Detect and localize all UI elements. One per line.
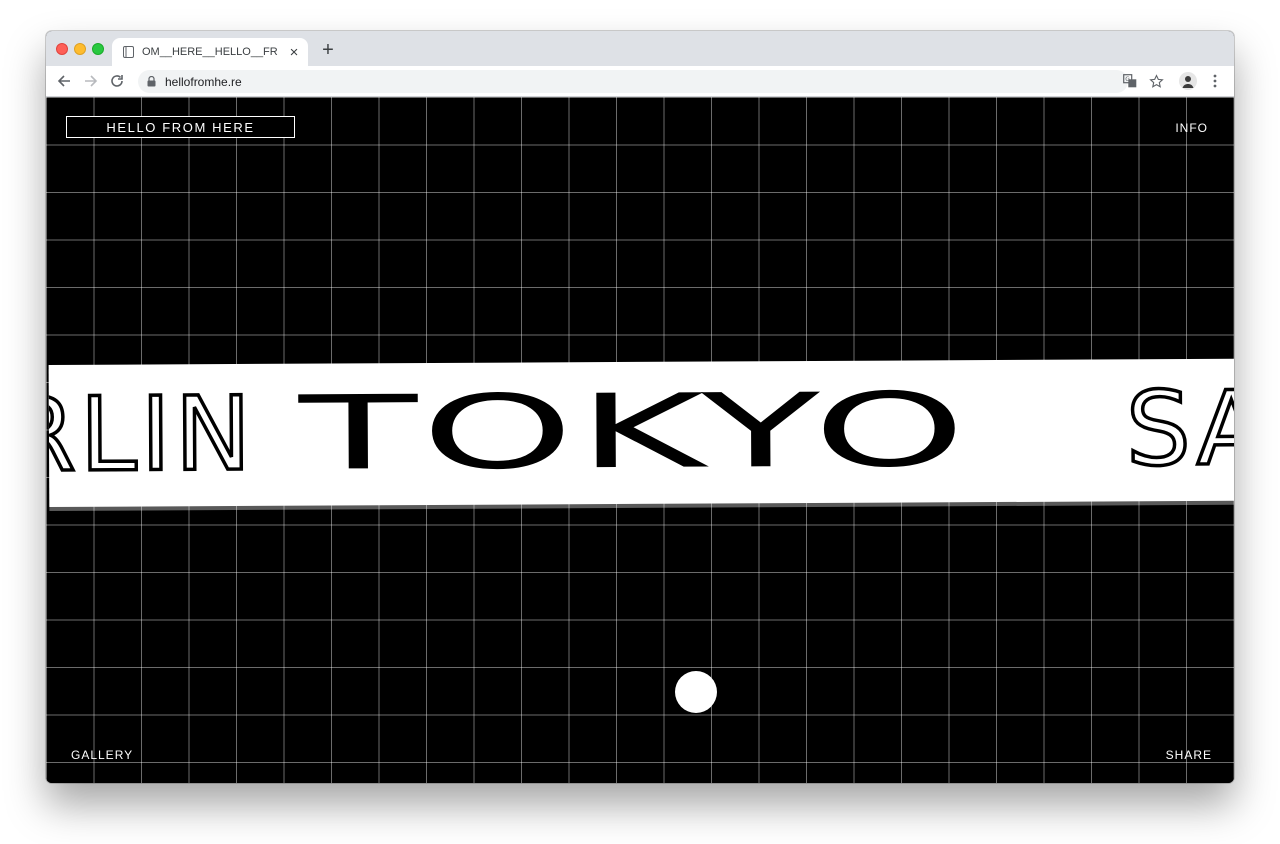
translate-icon[interactable]: G: [1120, 71, 1140, 91]
maximize-window-button[interactable]: [92, 43, 104, 55]
share-link[interactable]: SHARE: [1166, 748, 1212, 762]
gallery-link[interactable]: GALLERY: [71, 748, 133, 762]
info-link[interactable]: INFO: [1175, 121, 1208, 135]
city-ticker: RLIN TOKYO SA: [48, 368, 1234, 497]
city-name-active[interactable]: TOKYO: [299, 371, 970, 494]
minimize-window-button[interactable]: [74, 43, 86, 55]
cursor-dot[interactable]: [675, 671, 717, 713]
forward-arrow-icon[interactable]: [81, 71, 101, 91]
avatar-icon[interactable]: [1178, 71, 1198, 91]
reload-icon[interactable]: [107, 71, 127, 91]
svg-text:G: G: [1125, 76, 1130, 83]
star-icon[interactable]: [1146, 71, 1166, 91]
city-name: SA: [1124, 368, 1234, 491]
tab-close-icon[interactable]: ×: [286, 44, 302, 61]
tab-strip: OM__HERE__HELLO__FR × +: [46, 31, 1234, 66]
page-icon: [122, 46, 134, 58]
lock-icon[interactable]: [146, 76, 156, 88]
address-bar[interactable]: hellofromhe.re: [138, 70, 1128, 93]
page-canvas: HELLO FROM HERE INFO GALLERY SHARE RLIN …: [46, 97, 1234, 783]
browser-window: OM__HERE__HELLO__FR × + hellofromhe.re G…: [46, 31, 1234, 783]
url-text[interactable]: hellofromhe.re: [165, 75, 242, 89]
kebab-menu-icon[interactable]: [1205, 71, 1225, 91]
city-ticker-banner: RLIN TOKYO SA: [48, 358, 1234, 507]
city-name: RLIN: [48, 373, 258, 497]
new-tab-button[interactable]: +: [318, 40, 338, 60]
close-window-button[interactable]: [56, 43, 68, 55]
tab-active[interactable]: OM__HERE__HELLO__FR ×: [112, 38, 308, 66]
browser-toolbar: hellofromhe.re G: [46, 66, 1234, 97]
back-arrow-icon[interactable]: [54, 71, 74, 91]
site-logo[interactable]: HELLO FROM HERE: [66, 116, 295, 138]
tab-title: OM__HERE__HELLO__FR: [142, 46, 278, 58]
